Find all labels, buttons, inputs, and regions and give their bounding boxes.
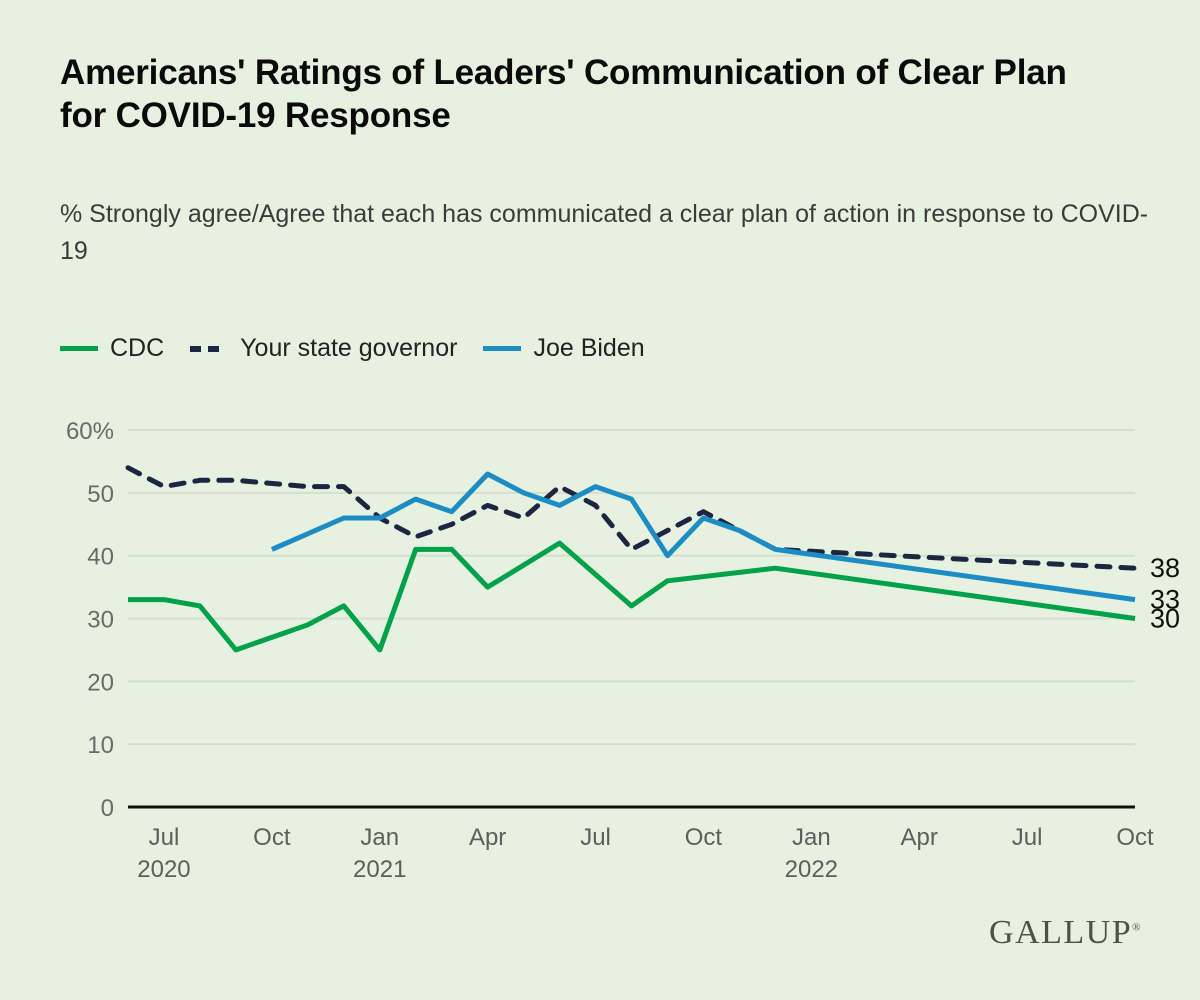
x-axis-labels-group: Jul 2020 Oct Jan 2021 Apr Jul Oct Jan 2022 Apr Jul O… [137,824,1154,883]
x-axis-year-label: 2020 [137,856,190,883]
series-line-your-state-governor [125,465,1138,571]
x-axis-tick-label: Oct [685,824,723,851]
end-label-cdc: 30 [1150,604,1180,634]
gallup-chart-card: Americans' Ratings of Leaders' Communica… [0,0,1200,1000]
line-chart-plot: 0 10 20 30 40 50 60% Jul 2020 Oct Jan 2021 Apr Jul Oc… [66,418,1180,883]
x-axis-tick-label: Apr [901,824,938,851]
end-label-governor: 38 [1150,553,1180,583]
y-axis-tick-label: 0 [101,795,114,822]
y-axis-tick-label: 10 [87,732,114,759]
registered-mark: ® [1132,921,1142,934]
y-axis-tick-label: 30 [87,607,114,634]
x-axis-tick-label: Apr [469,824,506,851]
y-axis-labels-group: 0 10 20 30 40 50 60% [66,418,114,822]
x-axis-tick-label: Jan [792,824,831,851]
gridlines-group [128,429,1135,746]
y-axis-tick-label: 60% [66,418,114,445]
y-axis-tick-label: 20 [87,669,114,696]
x-axis-tick-label: Jan [360,824,399,851]
x-axis-tick-label: Oct [1116,824,1154,851]
end-value-labels-group: 383330 [1150,553,1180,633]
x-axis-tick-label: Jul [1012,824,1043,851]
x-axis-tick-label: Oct [253,824,291,851]
x-axis-year-label: 2022 [785,856,838,883]
gallup-logo: GALLUP® [989,914,1142,952]
x-axis-tick-label: Jul [580,824,611,851]
data-series-group [125,465,1138,653]
y-axis-tick-label: 40 [87,544,114,571]
gallup-wordmark: GALLUP [989,914,1133,951]
y-axis-tick-label: 50 [87,481,114,508]
x-axis-year-label: 2021 [353,856,406,883]
x-axis-tick-label: Jul [149,824,180,851]
